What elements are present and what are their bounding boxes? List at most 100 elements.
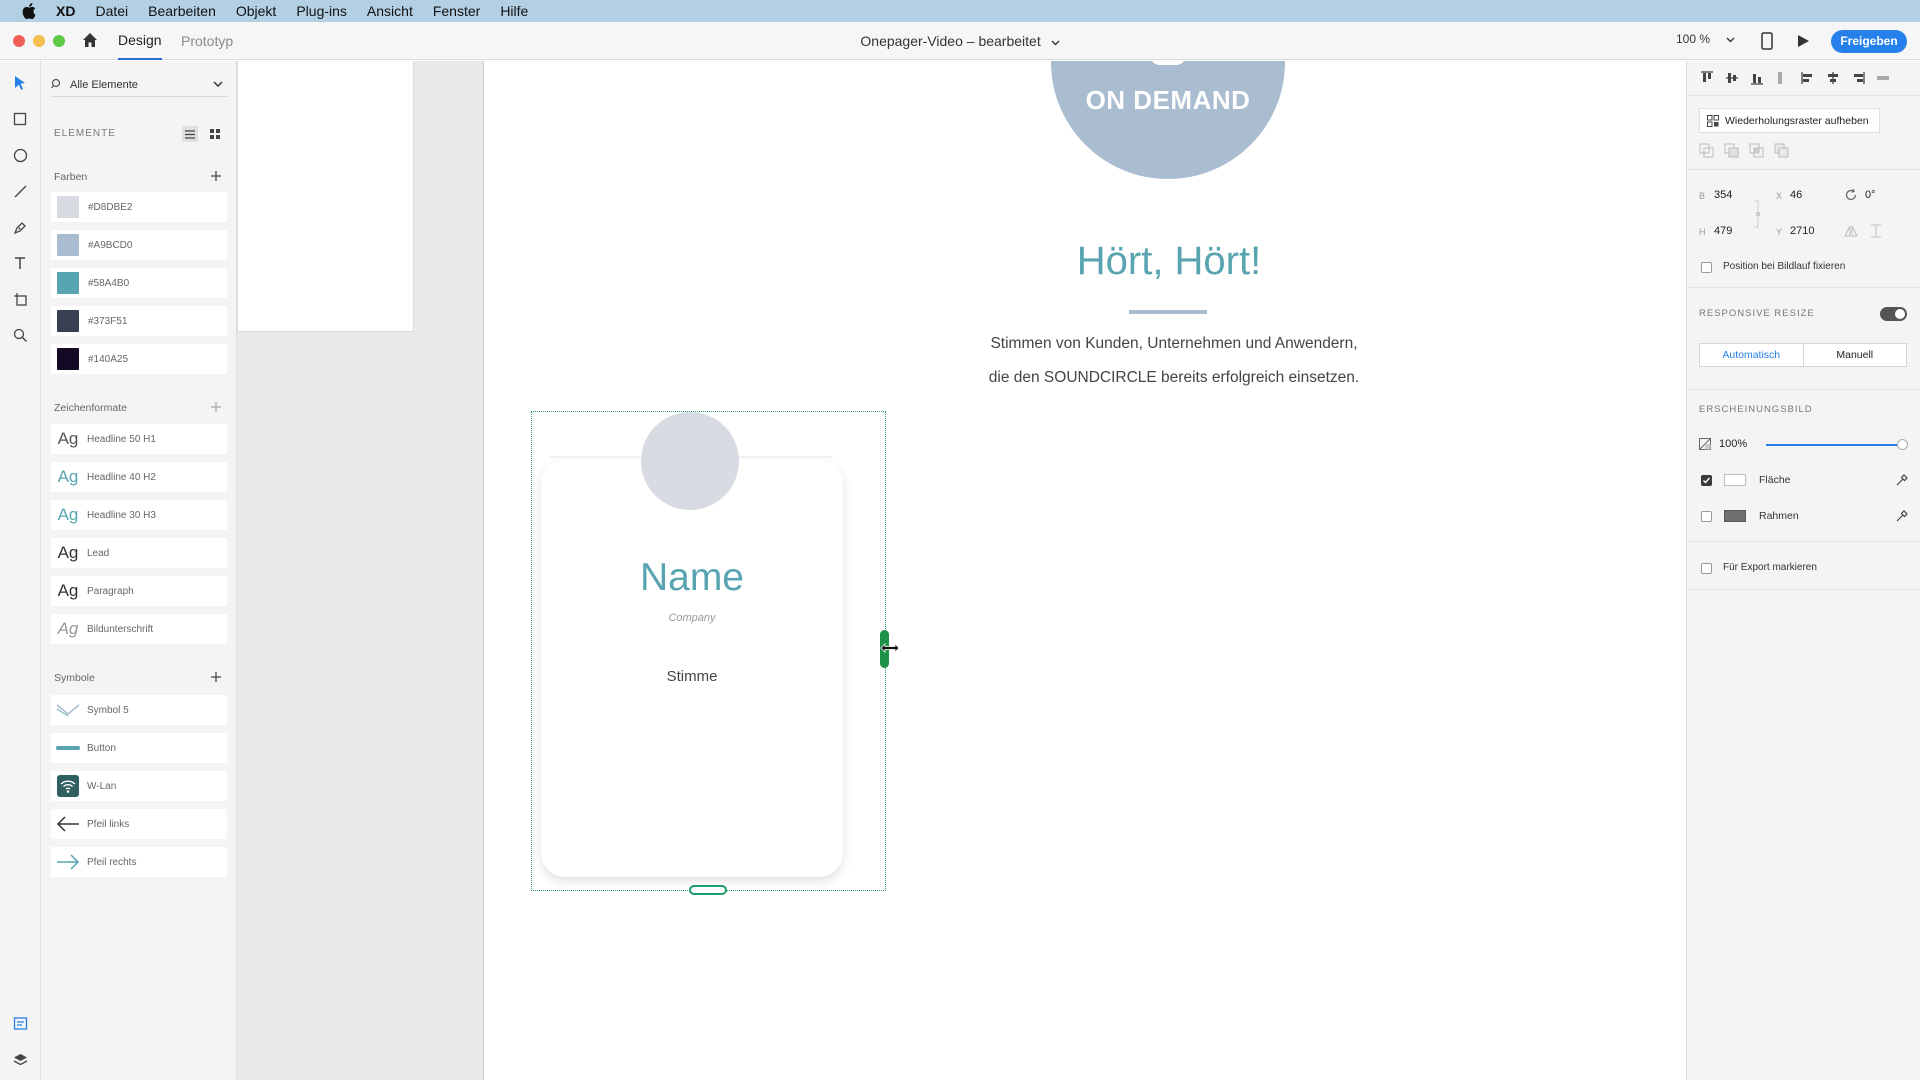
line-tool-icon[interactable] bbox=[10, 181, 30, 201]
fill-color-swatch[interactable] bbox=[1724, 474, 1746, 486]
document-title[interactable]: Onepager-Video – bearbeitet bbox=[860, 33, 1040, 49]
add-color-icon[interactable] bbox=[210, 169, 222, 181]
window-close-button[interactable] bbox=[13, 35, 25, 47]
responsive-resize-toggle[interactable] bbox=[1880, 307, 1907, 321]
x-field[interactable]: 46 bbox=[1790, 189, 1802, 201]
artboard-tool-icon[interactable] bbox=[10, 289, 30, 309]
distribute-vertical-icon[interactable] bbox=[1772, 70, 1788, 86]
menu-view[interactable]: Ansicht bbox=[367, 3, 413, 19]
lead-text-line-1[interactable]: Stimmen von Kunden, Unternehmen und Anwe… bbox=[784, 335, 1564, 353]
distribute-horizontal-icon[interactable] bbox=[1875, 70, 1891, 86]
home-icon[interactable] bbox=[80, 30, 102, 52]
boolean-add-icon[interactable] bbox=[1699, 143, 1715, 159]
menu-app-name[interactable]: XD bbox=[56, 3, 75, 19]
align-right-icon[interactable] bbox=[1850, 70, 1866, 86]
eyedropper-icon[interactable] bbox=[1895, 509, 1909, 523]
char-style-row[interactable]: Ag Lead bbox=[51, 538, 227, 568]
char-style-row[interactable]: Ag Headline 50 H1 bbox=[51, 424, 227, 454]
char-style-row[interactable]: Ag Headline 40 H2 bbox=[51, 462, 227, 492]
symbol-row[interactable]: Symbol 5 bbox=[51, 695, 227, 725]
add-char-style-icon[interactable] bbox=[210, 400, 222, 412]
zoom-dropdown[interactable]: 100 % bbox=[1676, 32, 1735, 46]
share-button[interactable]: Freigeben bbox=[1831, 30, 1907, 53]
align-left-icon[interactable] bbox=[1800, 70, 1816, 86]
pen-tool-icon[interactable] bbox=[10, 217, 30, 237]
rotation-field[interactable]: 0° bbox=[1865, 189, 1876, 201]
char-style-row[interactable]: Ag Headline 30 H3 bbox=[51, 500, 227, 530]
symbol-row[interactable]: Button bbox=[51, 733, 227, 763]
ungroup-repeat-grid-button[interactable]: Wiederholungsraster aufheben bbox=[1699, 108, 1880, 133]
assets-panel: Alle Elemente ELEMENTE Farben #D8DBE2 #A9… bbox=[41, 61, 237, 1080]
on-demand-badge[interactable] bbox=[1051, 61, 1285, 179]
assets-filter-dropdown[interactable]: Alle Elemente bbox=[51, 73, 227, 97]
zoom-tool-icon[interactable] bbox=[10, 325, 30, 345]
divider bbox=[1687, 169, 1920, 170]
flip-vertical-icon[interactable] bbox=[1869, 224, 1883, 238]
window-minimize-button[interactable] bbox=[33, 35, 45, 47]
headline-divider[interactable] bbox=[1129, 310, 1207, 314]
align-bottom-icon[interactable] bbox=[1749, 70, 1765, 86]
window-maximize-button[interactable] bbox=[53, 35, 65, 47]
repeat-grid-bottom-handle[interactable] bbox=[689, 885, 727, 895]
color-asset-row[interactable]: #140A25 bbox=[51, 344, 227, 374]
color-asset-row[interactable]: #A9BCD0 bbox=[51, 230, 227, 260]
export-checkbox[interactable] bbox=[1701, 563, 1712, 574]
opacity-field[interactable]: 100% bbox=[1719, 438, 1747, 450]
menu-plugins[interactable]: Plug-ins bbox=[296, 3, 347, 19]
boolean-subtract-icon[interactable] bbox=[1724, 143, 1740, 159]
list-view-icon[interactable] bbox=[182, 126, 198, 142]
lead-text-line-2[interactable]: die den SOUNDCIRCLE bereits erfolgreich … bbox=[784, 369, 1564, 387]
symbol-row[interactable]: W-Lan bbox=[51, 771, 227, 801]
align-top-icon[interactable] bbox=[1699, 70, 1715, 86]
color-asset-row[interactable]: #58A4B0 bbox=[51, 268, 227, 298]
add-symbol-icon[interactable] bbox=[210, 670, 222, 682]
char-style-row[interactable]: Ag Paragraph bbox=[51, 576, 227, 606]
section-headline[interactable]: Hört, Hört! bbox=[784, 239, 1554, 284]
flip-horizontal-icon[interactable] bbox=[1844, 224, 1858, 238]
ellipse-tool-icon[interactable] bbox=[10, 145, 30, 165]
boolean-exclude-icon[interactable] bbox=[1774, 143, 1790, 159]
fix-position-checkbox[interactable] bbox=[1701, 262, 1712, 273]
layers-icon[interactable] bbox=[10, 1049, 30, 1069]
char-style-preview: Ag bbox=[57, 619, 79, 638]
symbol-row[interactable]: Pfeil rechts bbox=[51, 847, 227, 877]
fill-checkbox[interactable] bbox=[1701, 475, 1712, 486]
border-checkbox[interactable] bbox=[1701, 511, 1712, 522]
y-field[interactable]: 2710 bbox=[1790, 225, 1814, 237]
border-color-swatch[interactable] bbox=[1724, 510, 1746, 522]
menu-help[interactable]: Hilfe bbox=[500, 3, 528, 19]
align-middle-icon[interactable] bbox=[1724, 70, 1740, 86]
symbol-row[interactable]: Pfeil links bbox=[51, 809, 227, 839]
height-field[interactable]: 479 bbox=[1714, 225, 1732, 237]
select-tool-icon[interactable] bbox=[10, 73, 30, 93]
tab-prototype[interactable]: Prototyp bbox=[181, 22, 233, 60]
apple-icon[interactable] bbox=[20, 2, 38, 20]
assets-panel-icon[interactable] bbox=[10, 1013, 30, 1033]
menu-window[interactable]: Fenster bbox=[433, 3, 480, 19]
artboard-thumbnail[interactable] bbox=[237, 61, 414, 332]
boolean-intersect-icon[interactable] bbox=[1749, 143, 1765, 159]
text-tool-icon[interactable] bbox=[10, 253, 30, 273]
rectangle-tool-icon[interactable] bbox=[10, 109, 30, 129]
repeat-grid-selection[interactable] bbox=[531, 411, 886, 891]
play-icon[interactable] bbox=[1795, 33, 1811, 49]
eyedropper-icon[interactable] bbox=[1895, 473, 1909, 487]
align-center-icon[interactable] bbox=[1825, 70, 1841, 86]
canvas[interactable]: ON DEMAND Hört, Hört! Stimmen von Kunden… bbox=[483, 61, 1686, 1080]
tab-design[interactable]: Design bbox=[118, 22, 162, 60]
menu-edit[interactable]: Bearbeiten bbox=[148, 3, 216, 19]
char-style-row[interactable]: Ag Bildunterschrift bbox=[51, 614, 227, 644]
menu-file[interactable]: Datei bbox=[95, 3, 128, 19]
menu-object[interactable]: Objekt bbox=[236, 3, 276, 19]
device-preview-icon[interactable] bbox=[1760, 32, 1774, 50]
resize-manual-button[interactable]: Manuell bbox=[1804, 344, 1907, 366]
color-asset-row[interactable]: #D8DBE2 bbox=[51, 192, 227, 222]
grid-view-icon[interactable] bbox=[207, 126, 223, 142]
resize-auto-button[interactable]: Automatisch bbox=[1700, 344, 1804, 366]
color-asset-row[interactable]: #373F51 bbox=[51, 306, 227, 336]
width-field[interactable]: 354 bbox=[1714, 189, 1732, 201]
chevron-down-icon[interactable] bbox=[1051, 22, 1060, 60]
opacity-slider[interactable] bbox=[1766, 444, 1902, 446]
opacity-slider-handle[interactable] bbox=[1897, 439, 1908, 450]
lock-aspect-icon[interactable] bbox=[1753, 199, 1761, 229]
